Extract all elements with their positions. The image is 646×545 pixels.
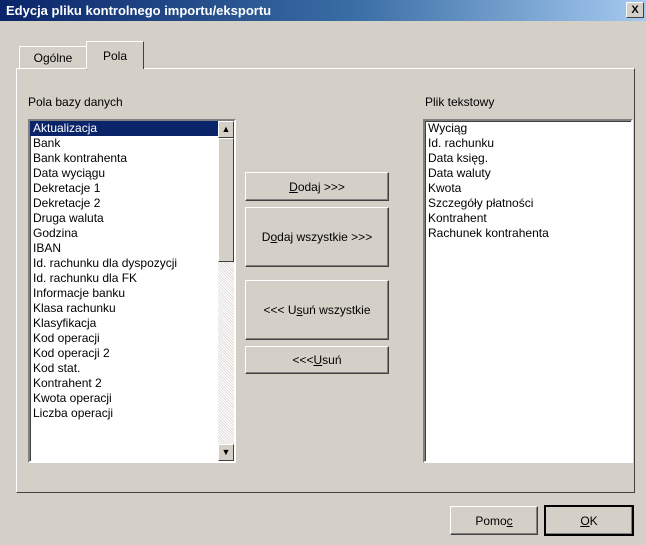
title-bar[interactable]: Edycja pliku kontrolnego importu/eksport… — [0, 0, 646, 21]
list-item[interactable]: Kontrahent 2 — [30, 376, 234, 391]
list-item[interactable]: Data wyciągu — [30, 166, 234, 181]
text-file-label: Plik tekstowy — [425, 95, 495, 109]
list-item[interactable]: Bank — [30, 136, 234, 151]
list-item[interactable]: Kod operacji 2 — [30, 346, 234, 361]
list-item[interactable]: Druga waluta — [30, 211, 234, 226]
add-all-button-rest: daj wszystkie >>> — [277, 230, 373, 244]
scroll-up-arrow-icon[interactable]: ▲ — [218, 121, 234, 138]
list-item[interactable]: Kod stat. — [30, 361, 234, 376]
list-item[interactable]: Klasyfikacja — [30, 316, 234, 331]
text-file-listbox[interactable]: Wyciąg Id. rachunku Data księg. Data waluty… — [423, 119, 633, 463]
help-button[interactable]: Pomo c — [450, 506, 538, 535]
list-item[interactable]: Id. rachunku — [425, 136, 631, 151]
list-item[interactable]: Data księg. — [425, 151, 631, 166]
scroll-down-arrow-icon[interactable]: ▼ — [218, 444, 234, 461]
list-item[interactable]: Kod operacji — [30, 331, 234, 346]
db-fields-label: Pola bazy danych — [28, 95, 123, 109]
remove-button[interactable]: <<< Usuń — [245, 346, 389, 374]
remove-button-prefix: <<< — [292, 353, 314, 367]
list-item[interactable]: Id. rachunku dla FK — [30, 271, 234, 286]
remove-all-button-prefix: <<< U — [263, 303, 297, 317]
list-item[interactable]: IBAN — [30, 241, 234, 256]
remove-button-rest: suń — [322, 353, 342, 367]
ok-button[interactable]: OK — [544, 505, 634, 536]
list-item[interactable]: Id. rachunku dla dyspozycji — [30, 256, 234, 271]
scroll-thumb[interactable] — [218, 138, 234, 262]
db-fields-scrollbar[interactable]: ▲ ▼ — [218, 121, 234, 461]
remove-button-mnemonic: U — [313, 353, 323, 367]
add-button-rest: odaj >>> — [297, 179, 345, 194]
help-button-prefix: Pomo — [475, 513, 507, 528]
add-button[interactable]: Dodaj >>> — [245, 172, 389, 201]
remove-all-button[interactable]: <<< Us uń wszystkie — [245, 280, 389, 340]
list-item[interactable]: Godzina — [30, 226, 234, 241]
list-item[interactable]: Informacje banku — [30, 286, 234, 301]
db-fields-list: Aktualizacja Bank Bank kontrahenta Data wyc… — [30, 121, 234, 421]
list-item[interactable]: Klasa rachunku — [30, 301, 234, 316]
list-item[interactable]: Kwota operacji — [30, 391, 234, 406]
tab-general-label: Ogólne — [33, 51, 73, 65]
list-item[interactable]: Bank kontrahenta — [30, 151, 234, 166]
tab-fields[interactable]: Pola — [86, 41, 144, 69]
list-item[interactable]: Kwota — [425, 181, 631, 196]
list-item[interactable]: Dekretacje 1 — [30, 181, 234, 196]
ok-button-mnemonic: O — [580, 513, 590, 528]
dialog-window: Edycja pliku kontrolnego importu/eksport… — [0, 0, 646, 545]
list-item[interactable]: Wyciąg — [425, 121, 631, 136]
ok-button-rest: K — [589, 513, 598, 528]
add-all-button[interactable]: Do daj wszystkie >>> — [245, 207, 389, 267]
list-item[interactable]: Data waluty — [425, 166, 631, 181]
help-button-mnemonic: c — [506, 513, 513, 528]
text-file-list: Wyciąg Id. rachunku Data księg. Data waluty… — [425, 121, 631, 241]
tab-general[interactable]: Ogólne — [19, 46, 87, 70]
list-item[interactable]: Aktualizacja — [30, 121, 234, 136]
list-item[interactable]: Kontrahent — [425, 211, 631, 226]
add-all-button-mnemonic: o — [270, 230, 278, 244]
window-title: Edycja pliku kontrolnego importu/eksport… — [6, 3, 272, 18]
list-item[interactable]: Rachunek kontrahenta — [425, 226, 631, 241]
list-item[interactable]: Szczegóły płatności — [425, 196, 631, 211]
add-button-mnemonic: D — [289, 179, 298, 194]
add-all-button-prefix: D — [261, 230, 271, 244]
tab-fields-label: Pola — [102, 49, 128, 63]
list-item[interactable]: Dekretacje 2 — [30, 196, 234, 211]
db-fields-listbox[interactable]: Aktualizacja Bank Bank kontrahenta Data wyc… — [28, 119, 236, 463]
close-button[interactable]: X — [626, 2, 644, 18]
list-item[interactable]: Liczba operacji — [30, 406, 234, 421]
remove-all-button-rest: uń wszystkie — [302, 303, 371, 317]
